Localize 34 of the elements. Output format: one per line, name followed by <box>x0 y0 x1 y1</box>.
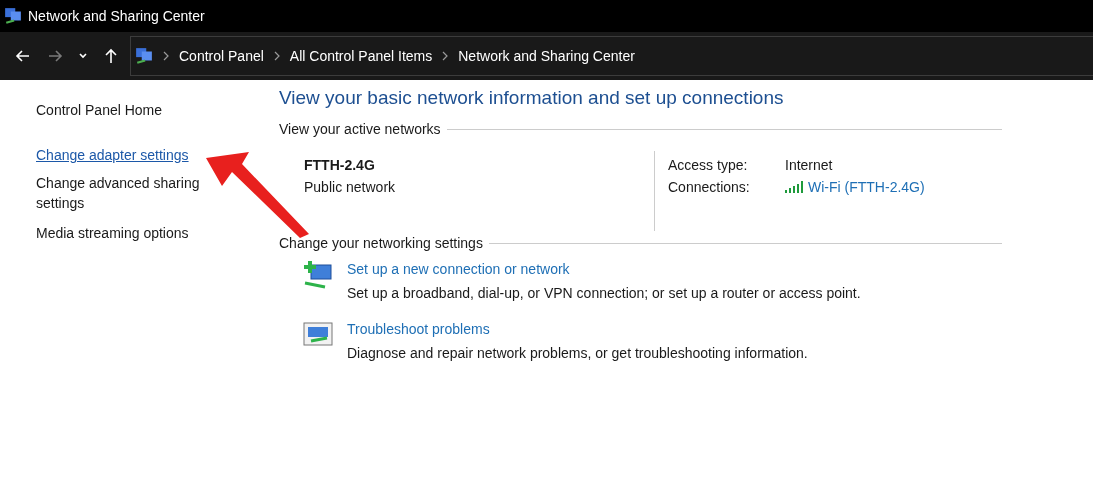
chevron-icon <box>442 51 449 61</box>
up-arrow-icon <box>103 48 119 64</box>
detail-label: Connections: <box>668 179 751 195</box>
back-arrow-icon <box>15 48 31 64</box>
section-title: View your active networks <box>279 121 441 137</box>
address-bar[interactable]: Control Panel All Control Panel Items Network and Sharing Center <box>130 36 1093 76</box>
network-monitor-icon <box>135 47 153 65</box>
connection-link[interactable]: Wi-Fi (FTTH-2.4G) <box>808 179 925 195</box>
window-title: Network and Sharing Center <box>28 8 205 24</box>
sidebar-link[interactable]: Change advanced sharing settings <box>36 173 226 213</box>
sidebar-link[interactable]: Change adapter settings <box>36 145 189 165</box>
detail-label: Access type: <box>668 157 749 173</box>
breadcrumb[interactable]: Network and Sharing Center <box>458 48 635 64</box>
signal-bars-icon <box>785 181 803 193</box>
chevron-icon <box>273 51 280 61</box>
troubleshoot-icon <box>303 321 335 349</box>
chevron-down-icon <box>78 51 88 61</box>
network-name: FTTH-2.4G <box>304 157 376 173</box>
page-heading: View your basic network information and set up connections <box>279 87 785 109</box>
task-description: Diagnose and repair network problems, or get troubleshooting information. <box>347 345 808 361</box>
detail-value: Internet <box>785 157 834 173</box>
sidebar-link[interactable]: Media streaming options <box>36 223 189 243</box>
task-link[interactable]: Set up a new connection or network <box>347 261 861 277</box>
network-monitor-icon <box>4 7 22 25</box>
network-category: Public network <box>304 179 397 195</box>
task-description: Set up a broadband, dial-up, or VPN connection; or set up a router or access point. <box>347 285 861 301</box>
sidebar-link[interactable]: Control Panel Home <box>36 100 163 120</box>
new-connection-icon <box>303 261 335 289</box>
section-title: Change your networking settings <box>279 235 483 251</box>
task-link[interactable]: Troubleshoot problems <box>347 321 808 337</box>
breadcrumb[interactable]: Control Panel <box>179 48 264 64</box>
forward-arrow-icon <box>47 48 63 64</box>
breadcrumb[interactable]: All Control Panel Items <box>289 48 433 64</box>
chevron-icon <box>163 51 169 61</box>
